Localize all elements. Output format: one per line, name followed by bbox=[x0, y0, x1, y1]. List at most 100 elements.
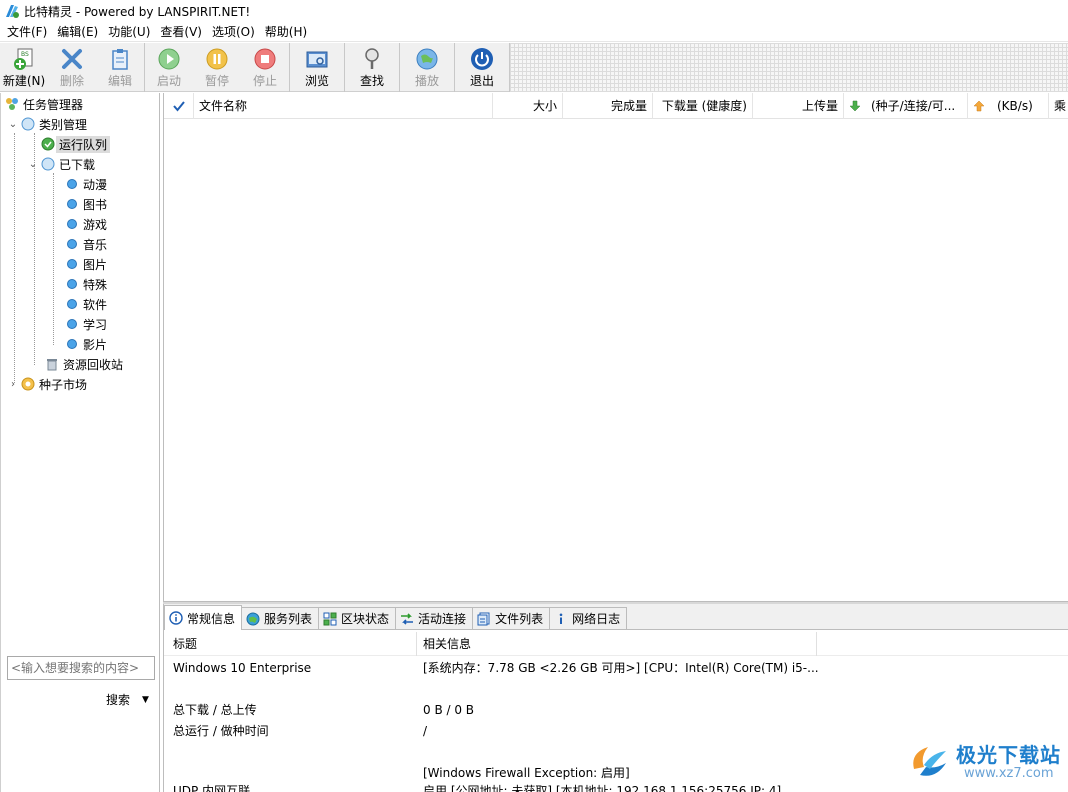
tree-guide bbox=[53, 173, 54, 345]
info-value: [系统内存：7.78 GB <2.26 GB 可用>] [CPU：Intel(R… bbox=[423, 661, 819, 675]
stop-button[interactable]: 停止 bbox=[241, 43, 289, 92]
task-list[interactable]: 文件名称 大小 完成量 下载量 (健康度) 上传量 (种子/连接/可... (K… bbox=[163, 92, 1068, 601]
bullet-dot-icon bbox=[67, 239, 77, 249]
column-downloaded[interactable]: 下载量 (健康度) bbox=[653, 92, 753, 119]
column-size[interactable]: 大小 bbox=[493, 92, 563, 119]
column-check[interactable] bbox=[164, 92, 194, 119]
tree-item-downloaded[interactable]: ⌄ 已下载 bbox=[27, 154, 95, 174]
stop-button-label: 停止 bbox=[252, 74, 277, 88]
expand-chevron-icon[interactable]: ⌄ bbox=[27, 158, 39, 170]
svg-text:BS: BS bbox=[21, 51, 29, 58]
tree-item-pictures[interactable]: 图片 bbox=[65, 254, 107, 274]
power-icon bbox=[471, 48, 493, 70]
toolbar: BS 新建(N) 删除 编辑 启动 暂停 停止 浏览 查找 播放 退出 bbox=[0, 43, 1068, 92]
column-peers-label: (种子/连接/可... bbox=[871, 99, 956, 113]
info-key: Windows 10 Enterprise bbox=[173, 660, 312, 675]
column-uploaded[interactable]: 上传量 bbox=[753, 92, 844, 119]
tree-item-games[interactable]: 游戏 bbox=[65, 214, 107, 234]
menu-help[interactable]: 帮助(H) bbox=[260, 22, 312, 42]
tree-label: 图书 bbox=[83, 197, 108, 212]
column-speed-label: (KB/s) bbox=[997, 98, 1033, 113]
find-button[interactable]: 查找 bbox=[345, 43, 399, 92]
info-value: 启用 [公网地址: 未获取] [本机地址: 192.168.1.156:2575… bbox=[423, 784, 782, 792]
connection-arrows-icon bbox=[401, 612, 414, 625]
dropdown-arrow-icon[interactable]: ▼ bbox=[142, 695, 149, 705]
menu-edit[interactable]: 编辑(E) bbox=[52, 22, 103, 42]
tree-item-category[interactable]: ⌄ 类别管理 bbox=[7, 114, 87, 134]
column-download-peers[interactable]: (种子/连接/可... bbox=[844, 92, 968, 119]
browse-button-label: 浏览 bbox=[304, 74, 329, 88]
blocks-grid-icon bbox=[323, 612, 337, 625]
tree-item-books[interactable]: 图书 bbox=[65, 194, 107, 214]
watermark-url: www.xz7.com bbox=[964, 765, 1054, 781]
tab-label: 常规信息 bbox=[187, 611, 236, 626]
menu-view[interactable]: 查看(V) bbox=[155, 22, 207, 42]
tree-label: 游戏 bbox=[83, 217, 108, 232]
bullet-dot-icon bbox=[67, 219, 77, 229]
checkmark-icon bbox=[172, 100, 185, 112]
tree-item-anime[interactable]: 动漫 bbox=[65, 174, 107, 194]
pause-button[interactable]: 暂停 bbox=[193, 43, 241, 92]
start-button[interactable]: 启动 bbox=[145, 43, 193, 92]
download-arrow-icon bbox=[849, 100, 861, 111]
tab-label: 区块状态 bbox=[341, 612, 390, 626]
watermark-text: 极光下载站 www.xz7.com bbox=[956, 744, 1061, 781]
tab-label: 文件列表 bbox=[495, 612, 544, 626]
tree-label: 影片 bbox=[83, 337, 108, 352]
edit-button[interactable]: 编辑 bbox=[96, 43, 144, 92]
info-header-details[interactable]: 相关信息 bbox=[417, 631, 817, 656]
bullet-dot-icon bbox=[67, 319, 77, 329]
tree-item-recycle-bin[interactable]: 资源回收站 bbox=[45, 354, 123, 374]
info-icon bbox=[169, 611, 183, 625]
menu-options[interactable]: 选项(O) bbox=[207, 22, 260, 42]
bullet-dot-icon bbox=[67, 199, 77, 209]
search-button[interactable]: 搜索 ▼ bbox=[106, 691, 149, 708]
expand-arrow-icon[interactable]: › bbox=[7, 378, 19, 390]
info-header-title[interactable]: 标题 bbox=[164, 631, 417, 656]
site-watermark: 极光下载站 www.xz7.com bbox=[906, 736, 1066, 788]
run-queue-icon bbox=[41, 137, 55, 151]
tab-general-info[interactable]: 常规信息 bbox=[164, 605, 243, 630]
play-button[interactable]: 播放 bbox=[400, 43, 454, 92]
watermark-logo-icon bbox=[913, 747, 946, 776]
bullet-dot-icon bbox=[67, 179, 77, 189]
play-button-label: 播放 bbox=[414, 74, 439, 88]
expand-chevron-icon[interactable]: ⌄ bbox=[7, 118, 19, 130]
menu-file[interactable]: 文件(F) bbox=[2, 22, 52, 42]
tree-label: 动漫 bbox=[83, 177, 108, 192]
tree-item-run-queue[interactable]: 运行队列 bbox=[41, 134, 111, 154]
column-ratio[interactable]: 乘 bbox=[1049, 93, 1068, 119]
tree-item-software[interactable]: 软件 bbox=[65, 294, 107, 314]
tree-item-seed-market[interactable]: › 种子市场 bbox=[7, 374, 87, 394]
toolbar-group-control: 启动 暂停 停止 bbox=[145, 43, 290, 92]
menu-function[interactable]: 功能(U) bbox=[103, 22, 155, 42]
column-completed[interactable]: 完成量 bbox=[563, 92, 653, 119]
tree-item-study[interactable]: 学习 bbox=[65, 314, 107, 334]
browse-button[interactable]: 浏览 bbox=[290, 43, 344, 92]
play-circle-icon bbox=[158, 48, 180, 70]
exit-button[interactable]: 退出 bbox=[455, 43, 509, 92]
info-value: [Windows Firewall Exception: 启用] bbox=[423, 766, 630, 780]
tab-active-connections[interactable]: 活动连接 bbox=[395, 607, 474, 629]
tab-file-list[interactable]: 文件列表 bbox=[472, 607, 551, 629]
tree-item-task-manager[interactable]: 任务管理器 bbox=[5, 94, 83, 114]
search-input[interactable] bbox=[7, 656, 155, 680]
new-button[interactable]: BS 新建(N) bbox=[0, 43, 48, 92]
tab-network-log[interactable]: 网络日志 bbox=[549, 607, 628, 629]
left-panel: 任务管理器 ⌄ 类别管理 运行队列 ⌄ 已下载 动漫 图书 游戏 音乐 图片 特… bbox=[0, 93, 160, 792]
info-value: 0 B / 0 B bbox=[423, 702, 475, 717]
info-row bbox=[164, 741, 423, 762]
details-tabs: 常规信息 服务列表 区块状态 活动连接 文件列表 网络日志 bbox=[164, 604, 1068, 630]
tab-service-list[interactable]: 服务列表 bbox=[241, 607, 320, 629]
tab-block-status[interactable]: 区块状态 bbox=[318, 607, 397, 629]
delete-button-label: 删除 bbox=[59, 74, 84, 88]
clipboard-icon bbox=[112, 49, 128, 70]
tree-item-music[interactable]: 音乐 bbox=[65, 234, 107, 254]
tree-item-movies[interactable]: 影片 bbox=[65, 334, 107, 354]
watermark-name: 极光下载站 bbox=[956, 742, 1061, 767]
tree-item-special[interactable]: 特殊 bbox=[65, 274, 107, 294]
column-file-name[interactable]: 文件名称 bbox=[194, 92, 493, 119]
upload-arrow-icon bbox=[973, 100, 985, 111]
column-upload-speed[interactable]: (KB/s) bbox=[968, 92, 1049, 119]
delete-button[interactable]: 删除 bbox=[48, 43, 96, 92]
